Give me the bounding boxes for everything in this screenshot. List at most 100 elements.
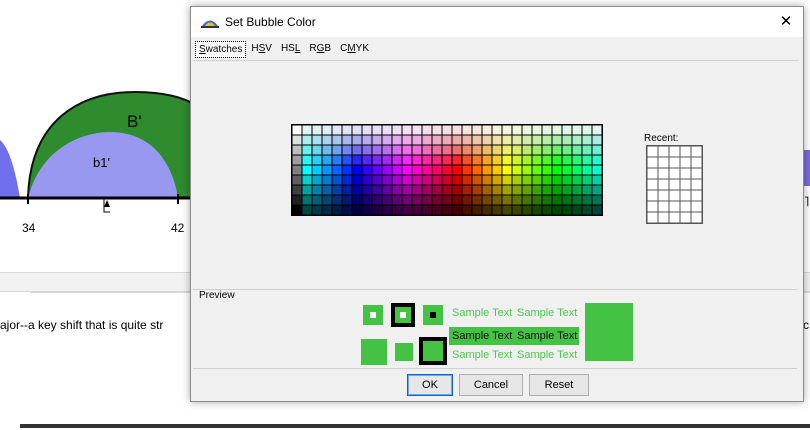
- swatch-cell[interactable]: [512, 195, 522, 205]
- swatch-cell[interactable]: [342, 185, 352, 195]
- swatch-cell[interactable]: [502, 165, 512, 175]
- swatch-cell[interactable]: [542, 195, 552, 205]
- swatch-cell[interactable]: [582, 145, 592, 155]
- swatch-cell[interactable]: [352, 205, 362, 215]
- swatch-cell[interactable]: [482, 135, 492, 145]
- swatch-cell[interactable]: [522, 125, 532, 135]
- swatch-cell[interactable]: [452, 195, 462, 205]
- recent-swatch-cell[interactable]: [680, 168, 691, 179]
- swatch-cell[interactable]: [382, 165, 392, 175]
- swatch-cell[interactable]: [572, 125, 582, 135]
- swatch-cell[interactable]: [312, 145, 322, 155]
- swatch-cell[interactable]: [412, 175, 422, 185]
- swatch-cell[interactable]: [422, 195, 432, 205]
- recent-swatch-cell[interactable]: [658, 190, 669, 201]
- swatch-cell[interactable]: [392, 155, 402, 165]
- swatch-cell[interactable]: [412, 205, 422, 215]
- swatch-cell[interactable]: [352, 165, 362, 175]
- swatch-cell[interactable]: [342, 155, 352, 165]
- swatch-cell[interactable]: [422, 125, 432, 135]
- swatch-cell[interactable]: [352, 125, 362, 135]
- swatch-cell[interactable]: [462, 185, 472, 195]
- swatch-cell[interactable]: [392, 165, 402, 175]
- swatch-cell[interactable]: [382, 195, 392, 205]
- swatch-cell[interactable]: [512, 145, 522, 155]
- swatch-cell[interactable]: [422, 155, 432, 165]
- recent-swatch-cell[interactable]: [658, 212, 669, 223]
- swatch-cell[interactable]: [592, 205, 602, 215]
- swatch-cell[interactable]: [552, 175, 562, 185]
- swatch-cell[interactable]: [342, 195, 352, 205]
- swatch-cell[interactable]: [532, 165, 542, 175]
- tab-rgb[interactable]: RGB: [305, 41, 335, 56]
- swatch-cell[interactable]: [382, 145, 392, 155]
- swatch-cell[interactable]: [432, 125, 442, 135]
- swatch-cell[interactable]: [352, 185, 362, 195]
- swatch-cell[interactable]: [592, 165, 602, 175]
- swatch-cell[interactable]: [532, 145, 542, 155]
- recent-swatch-cell[interactable]: [680, 157, 691, 168]
- swatch-cell[interactable]: [412, 125, 422, 135]
- swatch-cell[interactable]: [302, 165, 312, 175]
- swatch-cell[interactable]: [432, 135, 442, 145]
- recent-swatch-cell[interactable]: [647, 190, 658, 201]
- swatch-cell[interactable]: [322, 195, 332, 205]
- swatch-cell[interactable]: [372, 195, 382, 205]
- swatch-cell[interactable]: [322, 185, 332, 195]
- swatch-cell[interactable]: [452, 145, 462, 155]
- swatch-cell[interactable]: [492, 125, 502, 135]
- swatch-cell[interactable]: [362, 185, 372, 195]
- swatch-cell[interactable]: [372, 185, 382, 195]
- swatch-cell[interactable]: [402, 145, 412, 155]
- close-button[interactable]: ✕: [775, 11, 797, 33]
- recent-swatch-cell[interactable]: [647, 146, 658, 157]
- swatch-cell[interactable]: [542, 205, 552, 215]
- swatch-cell[interactable]: [512, 135, 522, 145]
- swatch-cell[interactable]: [582, 185, 592, 195]
- reset-button[interactable]: Reset: [529, 374, 589, 396]
- swatch-cell[interactable]: [542, 125, 552, 135]
- swatch-cell[interactable]: [322, 175, 332, 185]
- swatch-cell[interactable]: [312, 205, 322, 215]
- recent-swatch-cell[interactable]: [647, 179, 658, 190]
- swatch-cell[interactable]: [372, 165, 382, 175]
- swatch-cell[interactable]: [492, 195, 502, 205]
- swatch-cell[interactable]: [362, 175, 372, 185]
- swatch-cell[interactable]: [462, 145, 472, 155]
- swatch-cell[interactable]: [382, 185, 392, 195]
- swatch-cell[interactable]: [322, 135, 332, 145]
- swatch-cell[interactable]: [412, 155, 422, 165]
- swatch-cell[interactable]: [322, 155, 332, 165]
- swatch-cell[interactable]: [352, 155, 362, 165]
- swatch-cell[interactable]: [452, 205, 462, 215]
- swatch-cell[interactable]: [502, 135, 512, 145]
- swatch-cell[interactable]: [422, 145, 432, 155]
- swatch-cell[interactable]: [372, 155, 382, 165]
- swatch-cell[interactable]: [432, 175, 442, 185]
- swatch-cell[interactable]: [372, 125, 382, 135]
- swatch-cell[interactable]: [292, 205, 302, 215]
- swatch-cell[interactable]: [522, 205, 532, 215]
- swatch-cell[interactable]: [402, 185, 412, 195]
- swatch-cell[interactable]: [482, 145, 492, 155]
- swatch-cell[interactable]: [442, 125, 452, 135]
- swatch-cell[interactable]: [472, 175, 482, 185]
- swatch-cell[interactable]: [302, 185, 312, 195]
- swatch-cell[interactable]: [362, 125, 372, 135]
- swatch-cell[interactable]: [392, 205, 402, 215]
- swatch-cell[interactable]: [452, 125, 462, 135]
- swatch-cell[interactable]: [562, 175, 572, 185]
- swatch-cell[interactable]: [312, 195, 322, 205]
- swatch-cell[interactable]: [342, 205, 352, 215]
- swatch-cell[interactable]: [292, 135, 302, 145]
- tab-swatches[interactable]: Swatches: [195, 41, 247, 58]
- swatch-cell[interactable]: [292, 175, 302, 185]
- swatch-cell[interactable]: [332, 205, 342, 215]
- swatch-cell[interactable]: [502, 175, 512, 185]
- swatch-cell[interactable]: [312, 185, 322, 195]
- swatch-cell[interactable]: [582, 175, 592, 185]
- swatch-cell[interactable]: [522, 195, 532, 205]
- swatch-cell[interactable]: [372, 145, 382, 155]
- swatch-cell[interactable]: [452, 185, 462, 195]
- swatch-cell[interactable]: [452, 155, 462, 165]
